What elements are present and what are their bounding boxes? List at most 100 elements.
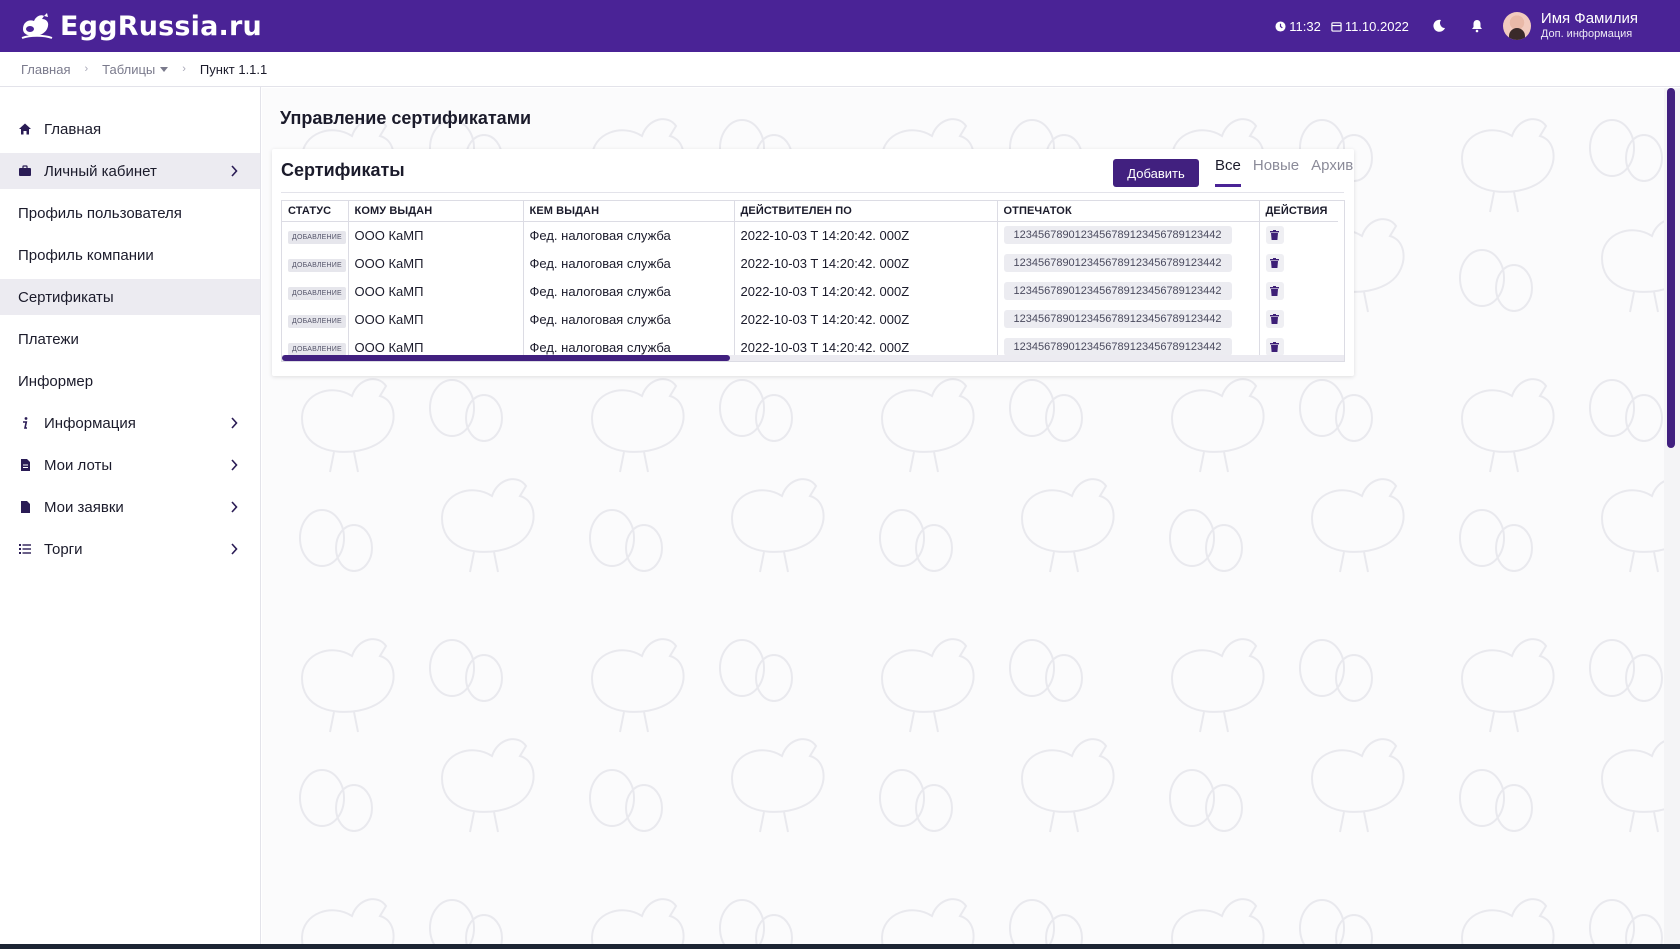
notifications-button[interactable]: [1459, 8, 1495, 44]
user-info[interactable]: Имя Фамилия Доп. информация: [1541, 11, 1638, 41]
status-badge: ДОБАВЛЕНИЕ: [288, 314, 346, 328]
sidebar-item-user-profile[interactable]: Профиль пользователя: [0, 195, 260, 231]
delete-button[interactable]: [1265, 282, 1284, 300]
fingerprint-value[interactable]: 1234567890123456789123456789123442: [1003, 226, 1232, 245]
sidebar-item-label: Информер: [18, 372, 94, 390]
tab-new[interactable]: Новые: [1253, 155, 1299, 187]
fingerprint-cell: 1234567890123456789123456789123442: [997, 305, 1260, 333]
sidebar-item-account[interactable]: Личный кабинет: [0, 153, 260, 189]
chevron-right-icon: [231, 501, 238, 513]
breadcrumb: Главная › Таблицы › Пункт 1.1.1: [0, 52, 1680, 87]
sidebar-item-label: Информация: [44, 414, 136, 432]
avatar[interactable]: [1502, 12, 1531, 40]
sidebar-item-label: Мои заявки: [44, 498, 124, 516]
sidebar-item-my-requests[interactable]: Мои заявки: [0, 489, 260, 525]
theme-toggle-button[interactable]: [1421, 8, 1457, 44]
delete-button[interactable]: [1265, 338, 1284, 356]
file-icon: [18, 458, 32, 472]
actions-cell: [1259, 277, 1338, 305]
breadcrumb-tables[interactable]: Таблицы: [102, 61, 169, 77]
trash-icon: [1270, 230, 1279, 241]
document-icon: [18, 500, 32, 514]
column-header-issued-by[interactable]: КЕМ ВЫДАН: [523, 201, 735, 222]
breadcrumb-current: Пункт 1.1.1: [199, 61, 268, 77]
sidebar-item-label: Личный кабинет: [44, 162, 157, 180]
sidebar-item-label: Профиль компании: [18, 246, 154, 264]
sidebar-item-label: Торги: [44, 540, 83, 558]
bell-icon: [1471, 20, 1482, 33]
column-header-fingerprint[interactable]: ОТПЕЧАТОК: [997, 201, 1260, 222]
sidebar-item-payments[interactable]: Платежи: [0, 321, 260, 357]
tab-all[interactable]: Все: [1215, 155, 1241, 187]
fingerprint-value[interactable]: 1234567890123456789123456789123442: [1003, 254, 1232, 272]
time-text: 11:32: [1289, 18, 1321, 34]
table-row[interactable]: ДОБАВЛЕНИЕ ООО КаМП Фед. налоговая служб…: [282, 249, 1338, 277]
fingerprint-cell: 1234567890123456789123456789123442: [997, 221, 1260, 249]
sidebar: Главная Личный кабинет Профиль пользоват…: [0, 87, 261, 949]
logo[interactable]: EggRussia.ru: [20, 11, 262, 42]
sidebar-item-informer[interactable]: Информер: [0, 363, 260, 399]
certificates-table: СТАТУС КОМУ ВЫДАН КЕМ ВЫДАН ДЕЙСТВИТЕЛЕН…: [281, 200, 1345, 362]
caret-down-icon: [160, 66, 169, 72]
status-badge: ДОБАВЛЕНИЕ: [288, 342, 346, 356]
sidebar-item-information[interactable]: Информация: [0, 405, 260, 441]
status-cell: ДОБАВЛЕНИЕ: [282, 277, 349, 305]
fingerprint-cell: 1234567890123456789123456789123442: [997, 249, 1260, 277]
fingerprint-cell: 1234567890123456789123456789123442: [997, 277, 1260, 305]
sidebar-item-trades[interactable]: Торги: [0, 531, 260, 567]
trash-icon: [1270, 314, 1279, 324]
fingerprint-value[interactable]: 1234567890123456789123456789123442: [1003, 310, 1232, 328]
sidebar-item-my-lots[interactable]: Мои лоты: [0, 447, 260, 483]
fingerprint-value[interactable]: 1234567890123456789123456789123442: [1003, 282, 1232, 300]
delete-button[interactable]: [1265, 226, 1284, 245]
column-header-valid-until[interactable]: ДЕЙСТВИТЕЛЕН ПО: [734, 201, 998, 222]
certificates-card: Сертификаты Добавить Все Новые Архив СТА…: [272, 149, 1354, 376]
issued-to-cell: ООО КаМП: [348, 249, 524, 277]
page-vertical-scroll-thumb[interactable]: [1667, 88, 1675, 448]
column-header-status[interactable]: СТАТУС: [282, 201, 349, 222]
breadcrumb-tables-label: Таблицы: [102, 61, 156, 77]
table-horizontal-scroll-thumb[interactable]: [282, 355, 730, 361]
chevron-right-icon: [231, 417, 238, 429]
delete-button[interactable]: [1265, 254, 1284, 272]
actions-cell: [1259, 305, 1338, 333]
delete-button[interactable]: [1265, 310, 1284, 328]
sidebar-item-label: Платежи: [18, 330, 79, 348]
calendar-icon: [1331, 21, 1342, 32]
issued-by-cell: Фед. налоговая служба: [523, 277, 735, 305]
sidebar-item-home[interactable]: Главная: [0, 111, 260, 147]
table-row[interactable]: ДОБАВЛЕНИЕ ООО КаМП Фед. налоговая служб…: [282, 221, 1338, 249]
issued-by-cell: Фед. налоговая служба: [523, 221, 735, 249]
hen-logo-icon: [21, 13, 53, 39]
table-header-row: СТАТУС КОМУ ВЫДАН КЕМ ВЫДАН ДЕЙСТВИТЕЛЕН…: [282, 201, 1338, 222]
tab-archive[interactable]: Архив: [1311, 155, 1353, 187]
breadcrumb-home[interactable]: Главная: [21, 62, 70, 77]
home-icon: [18, 122, 32, 136]
sidebar-item-label: Главная: [44, 120, 102, 138]
fingerprint-value[interactable]: 1234567890123456789123456789123442: [1003, 338, 1232, 356]
issued-to-cell: ООО КаМП: [348, 305, 524, 333]
status-badge: ДОБАВЛЕНИЕ: [288, 286, 346, 300]
info-icon: [18, 416, 32, 430]
add-button[interactable]: Добавить: [1113, 159, 1199, 187]
user-subtitle: Доп. информация: [1540, 28, 1633, 40]
status-badge: ДОБАВЛЕНИЕ: [288, 258, 346, 272]
valid-until-cell: 2022-10-03 T 14:20:42. 000Z: [734, 305, 998, 333]
user-name: Имя Фамилия: [1540, 10, 1638, 27]
sidebar-item-label: Профиль пользователя: [18, 204, 182, 222]
trash-icon: [1270, 286, 1279, 296]
sidebar-item-company-profile[interactable]: Профиль компании: [0, 237, 260, 273]
column-header-issued-to[interactable]: КОМУ ВЫДАН: [348, 201, 524, 222]
top-bar: EggRussia.ru 11:32 11.10.2022 Имя Фамили…: [0, 0, 1680, 52]
sidebar-item-label: Мои лоты: [44, 456, 113, 474]
sidebar-item-certificates[interactable]: Сертификаты: [0, 279, 260, 315]
chevron-right-icon: [231, 459, 238, 471]
table-row[interactable]: ДОБАВЛЕНИЕ ООО КаМП Фед. налоговая служб…: [282, 277, 1338, 305]
moon-icon: [1433, 19, 1445, 32]
table-row[interactable]: ДОБАВЛЕНИЕ ООО КаМП Фед. налоговая служб…: [282, 305, 1338, 333]
trash-icon: [1270, 342, 1279, 352]
valid-until-cell: 2022-10-03 T 14:20:42. 000Z: [734, 221, 998, 249]
actions-cell: [1259, 221, 1338, 249]
clock-icon: [1275, 20, 1286, 32]
card-title: Сертификаты: [281, 160, 405, 180]
